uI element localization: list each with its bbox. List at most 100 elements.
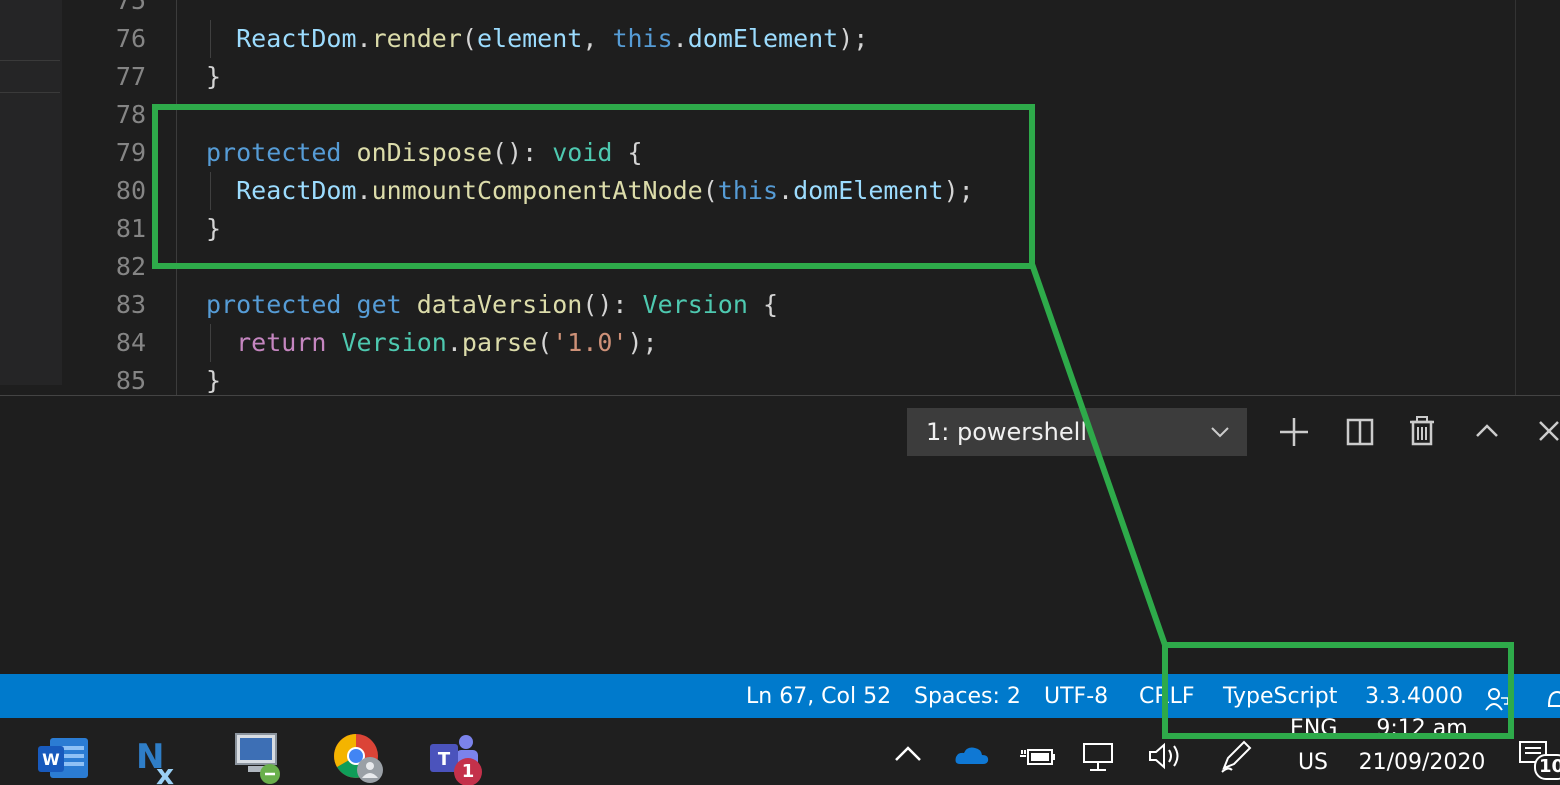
plus-icon[interactable] (1274, 412, 1314, 452)
svg-text:T: T (438, 749, 451, 770)
line-number: 85 (115, 366, 146, 395)
line-number: 81 (115, 214, 146, 243)
code-text: } (206, 210, 221, 248)
code-line[interactable]: 78 (0, 96, 1560, 134)
code-line[interactable]: 83 protected get dataVersion(): Version { (0, 286, 1560, 324)
indentation-setting[interactable]: Spaces: 2 (914, 674, 1021, 720)
code-token: { (747, 290, 779, 319)
language-mode[interactable]: TypeScript (1223, 674, 1337, 720)
chevron-down-icon[interactable] (1209, 408, 1231, 472)
code-token: } (206, 214, 222, 243)
code-line[interactable]: 84 return Version.parse('1.0'); (0, 324, 1560, 362)
code-text: protected onDispose(): void { (206, 134, 643, 172)
cursor-position[interactable]: Ln 67, Col 52 (746, 674, 891, 720)
chevron-up-icon[interactable] (892, 742, 924, 772)
code-token: ReactDom (236, 176, 357, 205)
code-line[interactable]: 80 ReactDom.unmountComponentAtNode(this.… (0, 172, 1560, 210)
battery-plug-icon[interactable] (1018, 742, 1056, 776)
clock-time: 9:12 am (1376, 718, 1468, 741)
split-icon[interactable] (1340, 412, 1380, 452)
line-number: 82 (115, 252, 146, 281)
language-label: ENG (1290, 718, 1338, 741)
code-token: this (717, 176, 779, 205)
svg-text:x: x (156, 758, 174, 785)
code-text: ReactDom.render(element, this.domElement… (206, 20, 868, 58)
volume-icon[interactable] (1146, 740, 1184, 778)
code-line[interactable]: 82 (0, 248, 1560, 286)
close-icon[interactable] (1530, 412, 1560, 452)
status-bar: Ln 67, Col 52 Spaces: 2 UTF-8 CRLF TypeS… (0, 674, 1560, 718)
code-text: } (206, 362, 221, 395)
code-line[interactable]: 75 (0, 0, 1560, 20)
terminal-select-value: 1: powershell (926, 418, 1087, 446)
code-token: . (672, 24, 688, 53)
code-line[interactable]: 77} (0, 58, 1560, 96)
teams-badge: 1 (454, 758, 482, 785)
code-token: protected (206, 290, 342, 319)
code-token: domElement (793, 176, 944, 205)
code-token: get (356, 290, 402, 319)
onedrive-icon[interactable] (954, 744, 990, 774)
code-token: ReactDom (236, 24, 357, 53)
code-text: protected get dataVersion(): Version { (206, 286, 778, 324)
code-line[interactable]: 85} (0, 362, 1560, 395)
code-token: ); (838, 24, 869, 53)
code-token: . (446, 328, 462, 357)
teams-icon[interactable]: T 1 (428, 732, 484, 785)
code-token: . (356, 176, 372, 205)
code-token: . (356, 24, 372, 53)
terminal-panel[interactable]: 1: powershell (0, 395, 1560, 675)
line-number: 79 (115, 138, 146, 167)
language-indicator[interactable]: ENG US (1290, 718, 1337, 780)
word-icon[interactable]: W (36, 732, 92, 785)
code-token: Version (341, 328, 447, 357)
code-token: element (476, 24, 583, 53)
code-token: (): (492, 138, 553, 167)
region-label: US (1297, 750, 1329, 775)
remote-desktop-icon[interactable] (232, 732, 288, 785)
code-line[interactable]: 81} (0, 210, 1560, 248)
code-token: Version (642, 290, 748, 319)
chrome-icon[interactable] (332, 732, 388, 785)
line-number: 78 (115, 100, 146, 129)
code-text: ReactDom.unmountComponentAtNode(this.dom… (206, 172, 974, 210)
code-token: onDispose (356, 138, 492, 167)
code-line[interactable]: 79 protected onDispose(): void { (0, 134, 1560, 172)
code-text: } (206, 58, 221, 96)
clock-date: 21/09/2020 (1358, 750, 1486, 775)
code-text: return Version.parse('1.0'); (206, 324, 658, 362)
trash-icon[interactable] (1402, 412, 1442, 452)
code-token: domElement (687, 24, 839, 53)
eol-setting[interactable]: CRLF (1139, 674, 1195, 720)
clock[interactable]: 9:12 am 21/09/2020 (1356, 718, 1488, 780)
terminal-select[interactable]: 1: powershell (907, 408, 1247, 456)
line-number: 84 (115, 328, 146, 357)
code-token: ( (702, 176, 718, 205)
encoding-setting[interactable]: UTF-8 (1044, 674, 1108, 720)
chevron-up-icon[interactable] (1467, 412, 1507, 452)
code-token: , (582, 24, 613, 53)
code-token: dataVersion (416, 290, 583, 319)
code-line[interactable]: 76 ReactDom.render(element, this.domElem… (0, 20, 1560, 58)
notification-center-icon[interactable]: 10 (1518, 740, 1560, 780)
code-token: void (552, 138, 613, 167)
code-token: ); (943, 176, 974, 205)
code-editor[interactable]: 75 76 ReactDom.render(element, this.domEl… (0, 0, 1560, 395)
typescript-version[interactable]: 3.3.4000 (1365, 674, 1463, 720)
code-token: } (206, 62, 222, 91)
code-token: { (612, 138, 643, 167)
code-token: ); (627, 328, 658, 357)
code-token: this (612, 24, 673, 53)
code-token: unmountComponentAtNode (371, 176, 703, 205)
code-token: return (236, 328, 327, 357)
notification-count: 10 (1534, 754, 1560, 780)
nx-icon[interactable]: Nx (132, 732, 188, 785)
pen-icon[interactable] (1218, 738, 1254, 780)
network-icon[interactable] (1082, 740, 1118, 778)
